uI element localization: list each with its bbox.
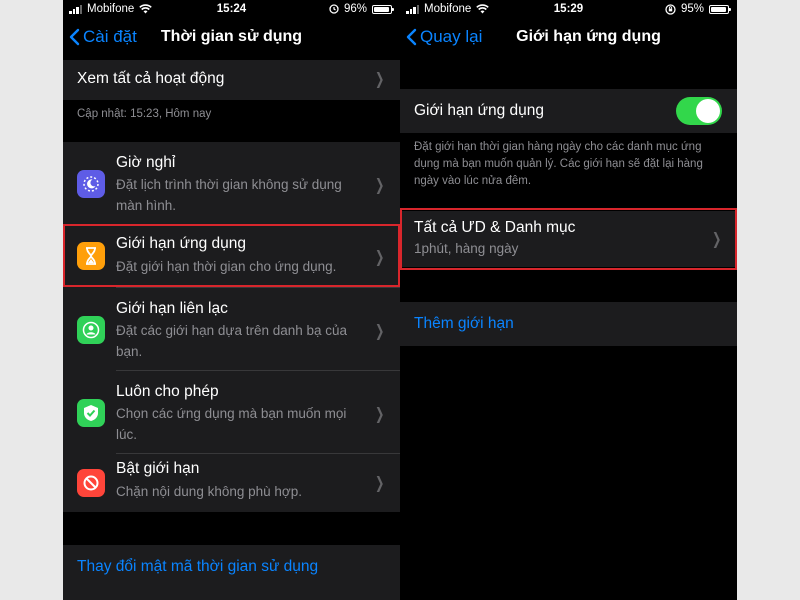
chevron-right-icon: ❯	[374, 249, 384, 266]
downtime-title: Giờ nghỉ	[116, 154, 176, 171]
chevron-right-icon: ❯	[374, 323, 384, 340]
app-limits-title: Giới hạn ứng dụng	[116, 235, 246, 252]
screen-time-options-list: Giờ nghỉ Đặt lịch trình thời gian không …	[63, 142, 400, 512]
chevron-right-icon: ❯	[374, 475, 384, 492]
content-restrictions-subtitle: Chặn nội dung không phù hợp.	[116, 484, 303, 499]
chevron-right-icon: ❯	[374, 177, 384, 194]
app-limits-screen: Mobifone 15:29 95% Quay lại Giới hạn ứng…	[400, 0, 737, 600]
see-all-activity-label: Xem tất cả hoạt động	[77, 70, 225, 87]
orientation-lock-icon	[665, 3, 676, 15]
add-limit-row[interactable]: Thêm giới hạn	[400, 302, 737, 346]
app-limits-toggle-label: Giới hạn ứng dụng	[414, 102, 544, 119]
content-restrictions-title: Bật giới hạn	[116, 460, 200, 477]
battery-percent: 96%	[343, 3, 367, 15]
battery-icon	[709, 4, 731, 14]
page-title: Giới hạn ứng dụng	[516, 28, 661, 45]
battery-icon	[372, 4, 394, 14]
contact-icon	[77, 316, 105, 344]
app-limits-toggle[interactable]	[676, 97, 722, 125]
downtime-subtitle: Đặt lịch trình thời gian không sử dụng m…	[116, 177, 342, 213]
update-note: Cập nhật: 15:23, Hôm nay	[77, 108, 212, 120]
app-limits-subtitle: Đặt giới hạn thời gian cho ứng dụng.	[116, 259, 337, 274]
toggle-knob	[696, 99, 720, 123]
hourglass-icon	[77, 242, 105, 270]
battery-percent: 95%	[680, 3, 704, 15]
add-limit-link[interactable]: Thêm giới hạn	[414, 315, 514, 333]
app-limits-toggle-row: Giới hạn ứng dụng	[400, 89, 737, 133]
moon-icon	[77, 170, 105, 198]
always-allowed-subtitle: Chọn các ứng dụng mà bạn muốn mọi lúc.	[116, 406, 347, 442]
navigation-bar: Cài đặt Thời gian sử dụng	[63, 22, 400, 56]
page-title: Thời gian sử dụng	[160, 28, 303, 45]
status-bar: Mobifone 15:24 96%	[63, 0, 400, 20]
chevron-right-icon: ❯	[374, 71, 384, 88]
checkmark-shield-icon	[77, 399, 105, 427]
see-all-activity-row[interactable]: Xem tất cả hoạt động ❯	[63, 60, 400, 100]
all-apps-categories-row[interactable]: Tất cả ƯD & Danh mục 1phút, hàng ngày ❯	[400, 211, 737, 267]
list-item-downtime[interactable]: Giờ nghỉ Đặt lịch trình thời gian không …	[63, 142, 400, 224]
status-bar: Mobifone 15:29 95%	[400, 0, 737, 20]
communication-limits-subtitle: Đặt các giới hạn dựa trên danh bạ của bạ…	[116, 323, 348, 359]
all-apps-categories-title: Tất cả ƯD & Danh mục	[414, 219, 576, 236]
list-item-communication-limits[interactable]: Giới hạn liên lạc Đặt các giới hạn dựa t…	[63, 288, 400, 370]
app-limits-description: Đặt giới hạn thời gian hàng ngày cho các…	[414, 141, 703, 187]
list-item-content-restrictions[interactable]: Bật giới hạn Chặn nội dung không phù hợp…	[63, 454, 400, 512]
chevron-right-icon: ❯	[374, 406, 384, 423]
alarm-icon	[329, 4, 339, 14]
restriction-icon	[77, 469, 105, 497]
list-item-app-limits[interactable]: Giới hạn ứng dụng Đặt giới hạn thời gian…	[63, 225, 400, 287]
list-item-always-allowed[interactable]: Luôn cho phép Chọn các ứng dụng mà bạn m…	[63, 371, 400, 453]
chevron-left-icon	[406, 28, 417, 46]
always-allowed-title: Luôn cho phép	[116, 383, 219, 400]
navigation-bar: Quay lại Giới hạn ứng dụng	[400, 22, 737, 56]
communication-limits-title: Giới hạn liên lạc	[116, 300, 228, 317]
all-apps-categories-subtitle: 1phút, hàng ngày	[414, 241, 519, 256]
chevron-right-icon: ❯	[711, 231, 721, 248]
change-passcode-link[interactable]: Thay đổi mật mã thời gian sử dụng	[77, 558, 318, 576]
change-passcode-row[interactable]: Thay đổi mật mã thời gian sử dụng	[63, 545, 400, 600]
screen-time-screen: Mobifone 15:24 96% Cài đặt Thời gian sử …	[63, 0, 400, 600]
